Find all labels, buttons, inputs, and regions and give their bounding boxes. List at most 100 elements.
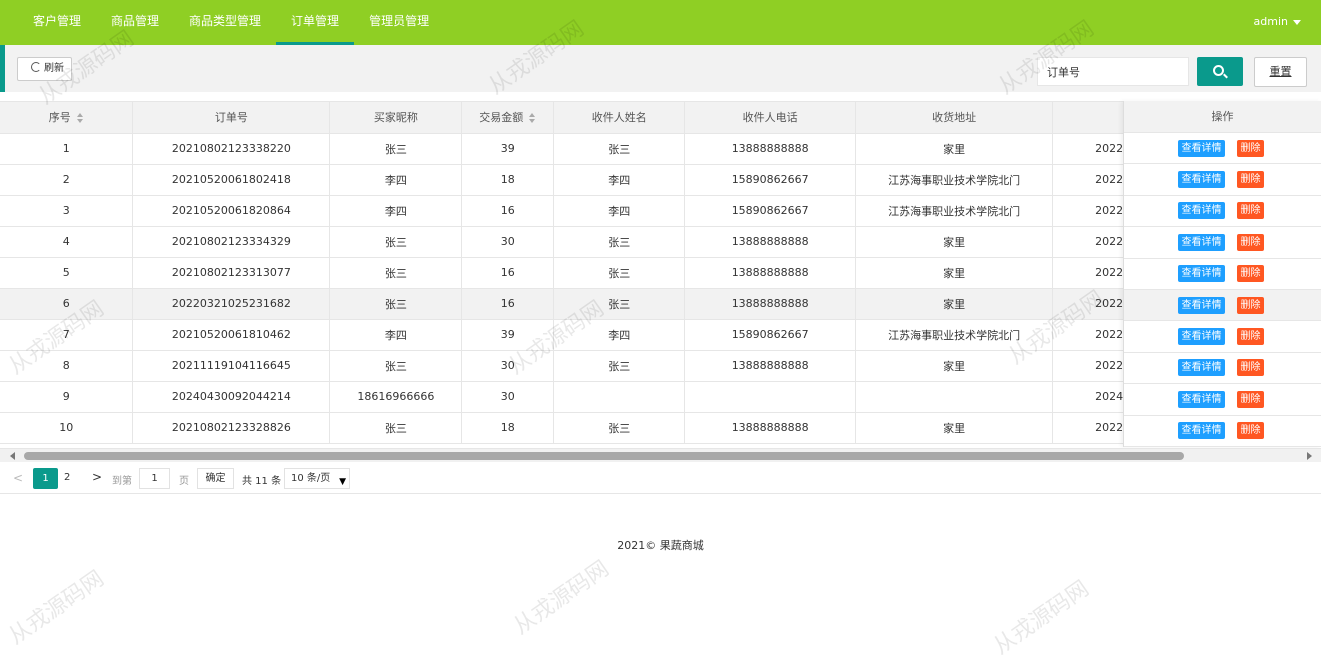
col-header-amount-label: 交易金额 (479, 111, 524, 125)
scroll-right-icon[interactable] (1307, 452, 1312, 460)
cell-index: 5 (0, 257, 134, 289)
scrollbar-thumb[interactable] (24, 452, 1184, 460)
cell-phone: 15890862667 (684, 319, 857, 351)
nav-item-orders[interactable]: 订单管理 (276, 0, 355, 45)
delete-button[interactable]: 删除 (1237, 390, 1264, 408)
view-detail-button[interactable]: 查看详情 (1178, 422, 1225, 440)
cell-amount: 39 (461, 319, 555, 351)
cell-phone (684, 381, 857, 413)
delete-button[interactable]: 删除 (1237, 359, 1264, 377)
cell-recipient: 张三 (553, 133, 686, 165)
watermark: 从戎源码网 (509, 556, 614, 640)
view-detail-button[interactable]: 查看详情 (1178, 328, 1225, 346)
cell-amount: 16 (461, 288, 555, 320)
delete-button[interactable]: 删除 (1237, 422, 1264, 440)
watermark: 从戎源码网 (989, 576, 1094, 660)
search-icon (1213, 65, 1224, 76)
cell-index: 10 (0, 412, 134, 444)
col-header-index[interactable]: 序号 (0, 102, 134, 134)
nav-item-product-types[interactable]: 商品类型管理 (174, 0, 276, 45)
view-detail-button[interactable]: 查看详情 (1178, 359, 1225, 377)
col-header-order-no: 订单号 (132, 102, 331, 134)
cell-phone: 13888888888 (684, 288, 857, 320)
pagination: < 1 2 > 到第 1 页 确定 共 11 条 10 条/页 ▼ (0, 462, 1321, 494)
page-size-select[interactable]: 10 条/页 ▼ (284, 468, 350, 489)
goto-label: 到第 (112, 476, 132, 487)
col-header-address: 收货地址 (855, 102, 1054, 134)
horizontal-scrollbar[interactable] (0, 448, 1321, 462)
cell-address: 江苏海事职业技术学院北门 (855, 164, 1054, 196)
cell-recipient: 李四 (553, 195, 686, 227)
delete-button[interactable]: 删除 (1237, 171, 1264, 189)
next-page-icon[interactable]: > (92, 470, 102, 484)
cell-phone: 15890862667 (684, 164, 857, 196)
view-detail-button[interactable]: 查看详情 (1178, 139, 1225, 157)
nav-item-products[interactable]: 商品管理 (96, 0, 174, 45)
cell-buyer: 李四 (329, 164, 463, 196)
main-nav: 客户管理 商品管理 商品类型管理 订单管理 管理员管理 (18, 0, 444, 45)
cell-recipient: 张三 (553, 288, 686, 320)
cell-amount: 30 (461, 350, 555, 382)
cell-order-no: 20210802123328826 (132, 412, 331, 444)
cell-index: 7 (0, 319, 134, 351)
cell-recipient: 张三 (553, 350, 686, 382)
refresh-button[interactable]: 刷新 (17, 57, 72, 81)
nav-item-admins[interactable]: 管理员管理 (354, 0, 444, 45)
cell-address: 家里 (855, 288, 1054, 320)
goto-confirm-button[interactable]: 确定 (197, 468, 234, 489)
cell-index: 9 (0, 381, 134, 413)
sort-icon[interactable] (529, 113, 536, 124)
delete-button[interactable]: 删除 (1237, 233, 1264, 251)
cell-amount: 18 (461, 164, 555, 196)
delete-button[interactable]: 删除 (1237, 296, 1264, 314)
col-header-recipient: 收件人姓名 (553, 102, 686, 134)
cell-address: 家里 (855, 226, 1054, 258)
view-detail-button[interactable]: 查看详情 (1178, 202, 1225, 220)
cell-buyer: 张三 (329, 226, 463, 258)
delete-button[interactable]: 删除 (1237, 202, 1264, 220)
page-2-button[interactable]: 2 (64, 472, 70, 483)
cell-recipient: 李四 (553, 164, 686, 196)
order-number-search-input[interactable] (1037, 57, 1189, 86)
view-detail-button[interactable]: 查看详情 (1178, 390, 1225, 408)
action-row: 查看详情 删除 (1124, 196, 1321, 228)
cell-phone: 15890862667 (684, 195, 857, 227)
cell-buyer: 张三 (329, 133, 463, 165)
sort-icon[interactable] (76, 113, 84, 124)
cell-address: 江苏海事职业技术学院北门 (855, 319, 1054, 351)
page-size-value: 10 条/页 (291, 473, 331, 484)
action-row: 查看详情 删除 (1124, 384, 1321, 416)
reset-button[interactable]: 重置 (1254, 57, 1307, 87)
delete-button[interactable]: 删除 (1237, 139, 1264, 157)
prev-page-icon[interactable]: < (13, 471, 23, 485)
delete-button[interactable]: 删除 (1237, 328, 1264, 346)
page-1-button[interactable]: 1 (33, 468, 58, 489)
col-header-phone: 收件人电话 (684, 102, 857, 134)
cell-address: 家里 (855, 133, 1054, 165)
cell-amount: 16 (461, 257, 555, 289)
cell-buyer: 张三 (329, 288, 463, 320)
scroll-left-icon[interactable] (10, 452, 15, 460)
view-detail-button[interactable]: 查看详情 (1178, 233, 1225, 251)
caret-down-icon (1293, 19, 1301, 25)
user-menu[interactable]: admin (1254, 0, 1301, 43)
view-detail-button[interactable]: 查看详情 (1178, 265, 1225, 283)
cell-recipient: 张三 (553, 412, 686, 444)
goto-page-input[interactable]: 1 (139, 468, 170, 489)
cell-index: 1 (0, 133, 134, 165)
cell-phone: 13888888888 (684, 133, 857, 165)
page-unit-label: 页 (179, 476, 189, 487)
delete-button[interactable]: 删除 (1237, 265, 1264, 283)
cell-recipient: 张三 (553, 257, 686, 289)
view-detail-button[interactable]: 查看详情 (1178, 171, 1225, 189)
username: admin (1253, 15, 1288, 28)
refresh-icon (31, 62, 41, 73)
col-header-amount[interactable]: 交易金额 (461, 102, 555, 134)
cell-order-no: 20220321025231682 (132, 288, 331, 320)
cell-address: 家里 (855, 257, 1054, 289)
nav-item-customers[interactable]: 客户管理 (18, 0, 96, 45)
cell-amount: 30 (461, 226, 555, 258)
search-button[interactable] (1197, 57, 1243, 86)
view-detail-button[interactable]: 查看详情 (1178, 296, 1225, 314)
toolbar: 刷新 重置 (0, 45, 1321, 92)
